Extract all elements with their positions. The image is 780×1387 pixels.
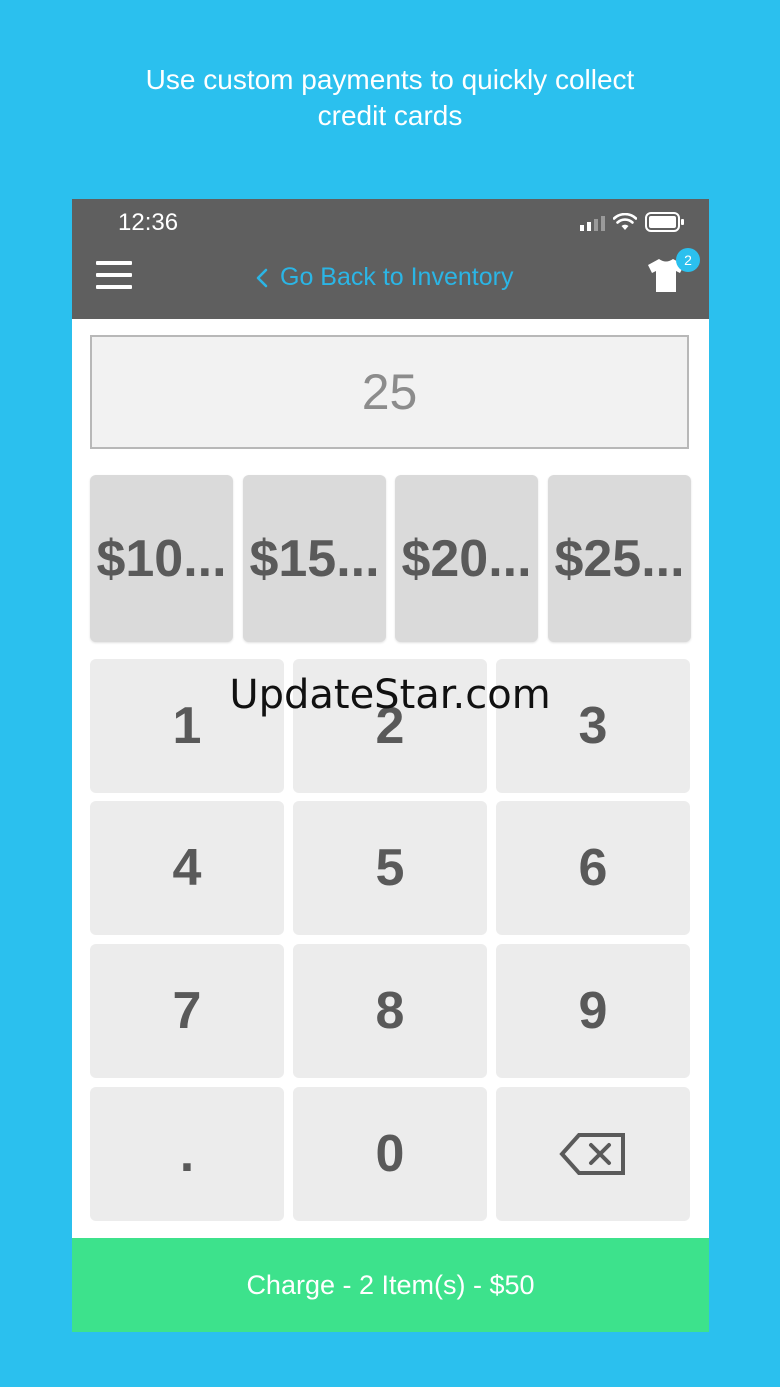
key-8[interactable]: 8 [293,944,487,1078]
amount-value: 25 [361,364,418,420]
key-decimal[interactable]: . [90,1087,284,1221]
watermark-text: UpdateStar.com [229,672,551,718]
backspace-icon [559,1133,625,1175]
key-7[interactable]: 7 [90,944,284,1078]
status-icons [580,211,685,233]
cart-count-badge: 2 [676,248,700,272]
quick-amount-20-button[interactable]: $20... [395,475,538,642]
charge-button[interactable]: Charge - 2 Item(s) - $50 [72,1238,709,1332]
promo-text: Use custom payments to quickly collect c… [0,62,780,134]
key-6[interactable]: 6 [496,801,690,935]
quick-amount-25-button[interactable]: $25... [548,475,691,642]
signal-icon [580,213,605,231]
status-time: 12:36 [118,209,179,236]
top-bar: 12:36 Go Back to Inventory 2 [72,199,709,319]
key-5[interactable]: 5 [293,801,487,935]
back-to-inventory-link[interactable]: Go Back to Inventory [256,263,513,292]
promo-line-2: credit cards [317,100,463,131]
battery-icon [645,212,684,232]
promo-line-1: Use custom payments to quickly collect [145,64,635,95]
quick-amount-15-button[interactable]: $15... [243,475,386,642]
key-4[interactable]: 4 [90,801,284,935]
key-backspace[interactable] [496,1087,690,1221]
phone-screen: 12:36 Go Back to Inventory 2 25 $10... $… [72,199,709,1332]
chevron-left-icon [256,268,268,287]
amount-display[interactable]: 25 [90,335,689,449]
key-9[interactable]: 9 [496,944,690,1078]
back-label: Go Back to Inventory [280,263,514,291]
key-0[interactable]: 0 [293,1087,487,1221]
wifi-icon [613,213,637,230]
quick-amount-10-button[interactable]: $10... [90,475,233,642]
menu-button[interactable] [96,261,132,291]
